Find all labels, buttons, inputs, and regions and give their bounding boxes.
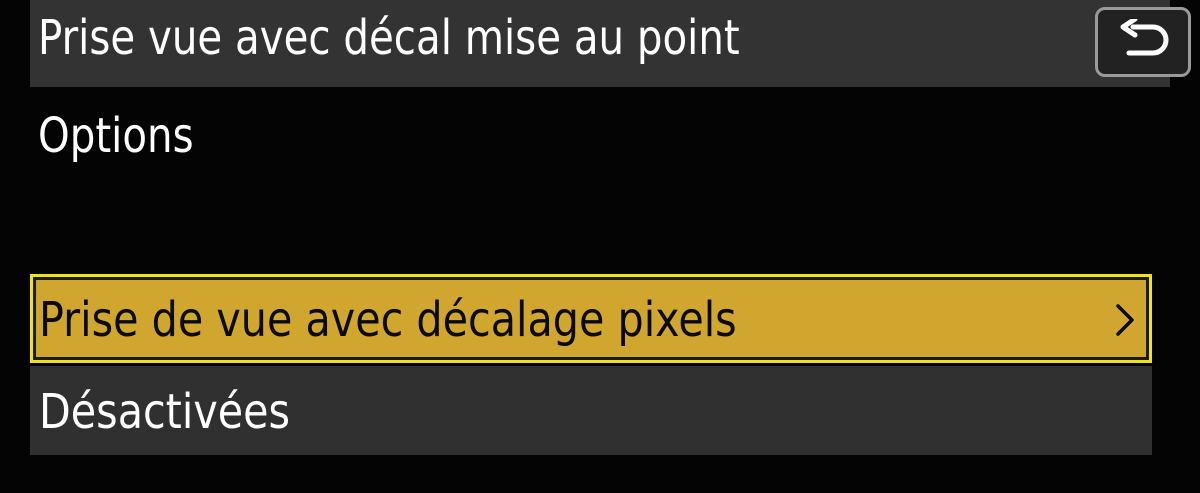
page-title: Prise vue avec décal mise au point [38, 10, 740, 66]
back-button[interactable] [1095, 7, 1191, 77]
camera-menu-screen: Prise vue avec décal mise au point Optio… [0, 0, 1200, 493]
menu-item-pixel-shift[interactable]: Prise de vue avec décalage pixels [30, 274, 1152, 363]
return-arrow-icon [1120, 19, 1169, 56]
chevron-right-icon [1116, 304, 1134, 336]
title-bar: Prise vue avec décal mise au point [30, 0, 1191, 87]
menu-item-disabled[interactable]: Désactivées [30, 366, 1152, 455]
menu-item-label: Désactivées [39, 384, 291, 440]
menu-item-label: Prise de vue avec décalage pixels [39, 292, 737, 348]
options-label: Options [38, 108, 194, 164]
